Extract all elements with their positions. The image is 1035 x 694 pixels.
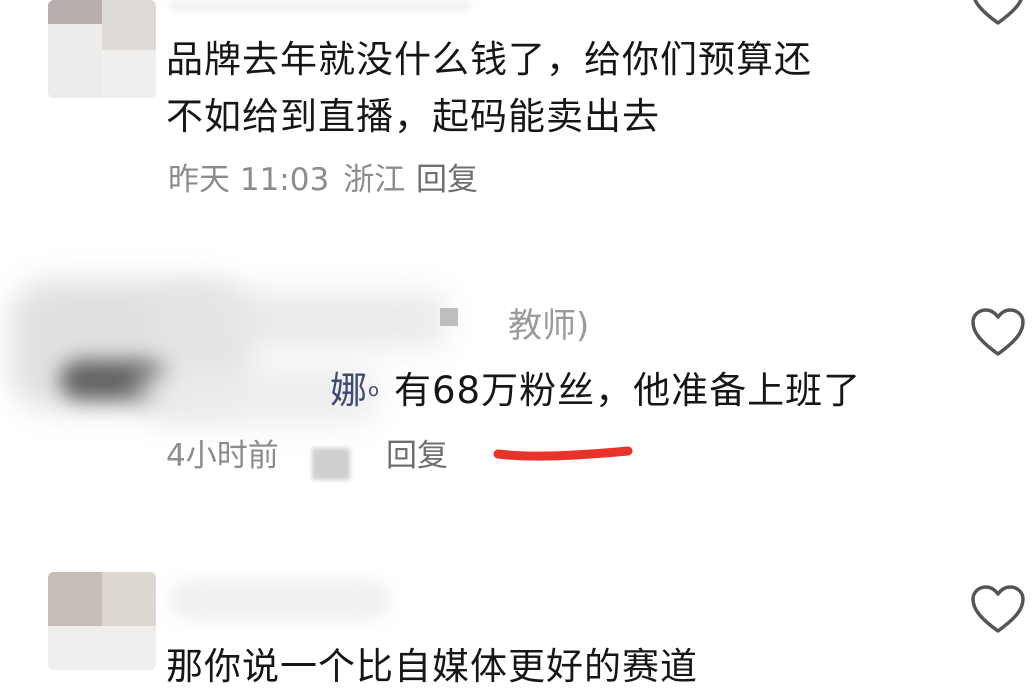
comment-item-3: 那你说一个比自媒体更好的赛道 <box>0 560 1035 688</box>
comment-meta: 昨天 11:03 浙江 <box>168 160 419 200</box>
comment-item-2: 教师) 娜o 有68万粉丝，他准备上班了 4小时前 回复 <box>0 270 1035 500</box>
comment-location: 浙江 <box>343 162 406 198</box>
red-highlight-mark <box>493 446 633 461</box>
redacted-location-mosaic <box>312 448 350 480</box>
reply-button[interactable]: 回复 <box>386 436 448 476</box>
mention-link[interactable]: 娜 <box>330 369 368 412</box>
redacted-username <box>170 0 470 12</box>
mention-icon: o <box>368 380 381 401</box>
avatar[interactable] <box>48 572 156 670</box>
comment-text: 娜o 有68万粉丝，他准备上班了 <box>330 364 861 418</box>
comment-text-line-2: 不如给到直播，起码能卖出去 <box>166 95 660 138</box>
comment-text-line-1: 那你说一个比自媒体更好的赛道 <box>166 645 698 688</box>
heart-outline-icon[interactable] <box>970 307 1026 359</box>
reply-button[interactable]: 回复 <box>416 160 478 200</box>
username[interactable]: 教师) <box>508 298 589 347</box>
comment-time: 昨天 11:03 <box>168 162 330 198</box>
comment-item-1: 品牌去年就没什么钱了，给你们预算还 不如给到直播，起码能卖出去 昨天 11:03… <box>0 0 1035 230</box>
heart-outline-icon[interactable] <box>970 0 1026 28</box>
comment-text-line-1: 品牌去年就没什么钱了，给你们预算还 <box>166 38 812 81</box>
comment-body: 有68万粉丝，他准备上班了 <box>394 369 862 412</box>
avatar[interactable] <box>48 0 156 98</box>
comment-time: 4小时前 <box>166 438 279 474</box>
redacted-name-mosaic <box>440 308 458 326</box>
redacted-name-blur <box>170 580 390 620</box>
redacted-name-blur <box>150 290 450 350</box>
heart-outline-icon[interactable] <box>970 584 1026 636</box>
